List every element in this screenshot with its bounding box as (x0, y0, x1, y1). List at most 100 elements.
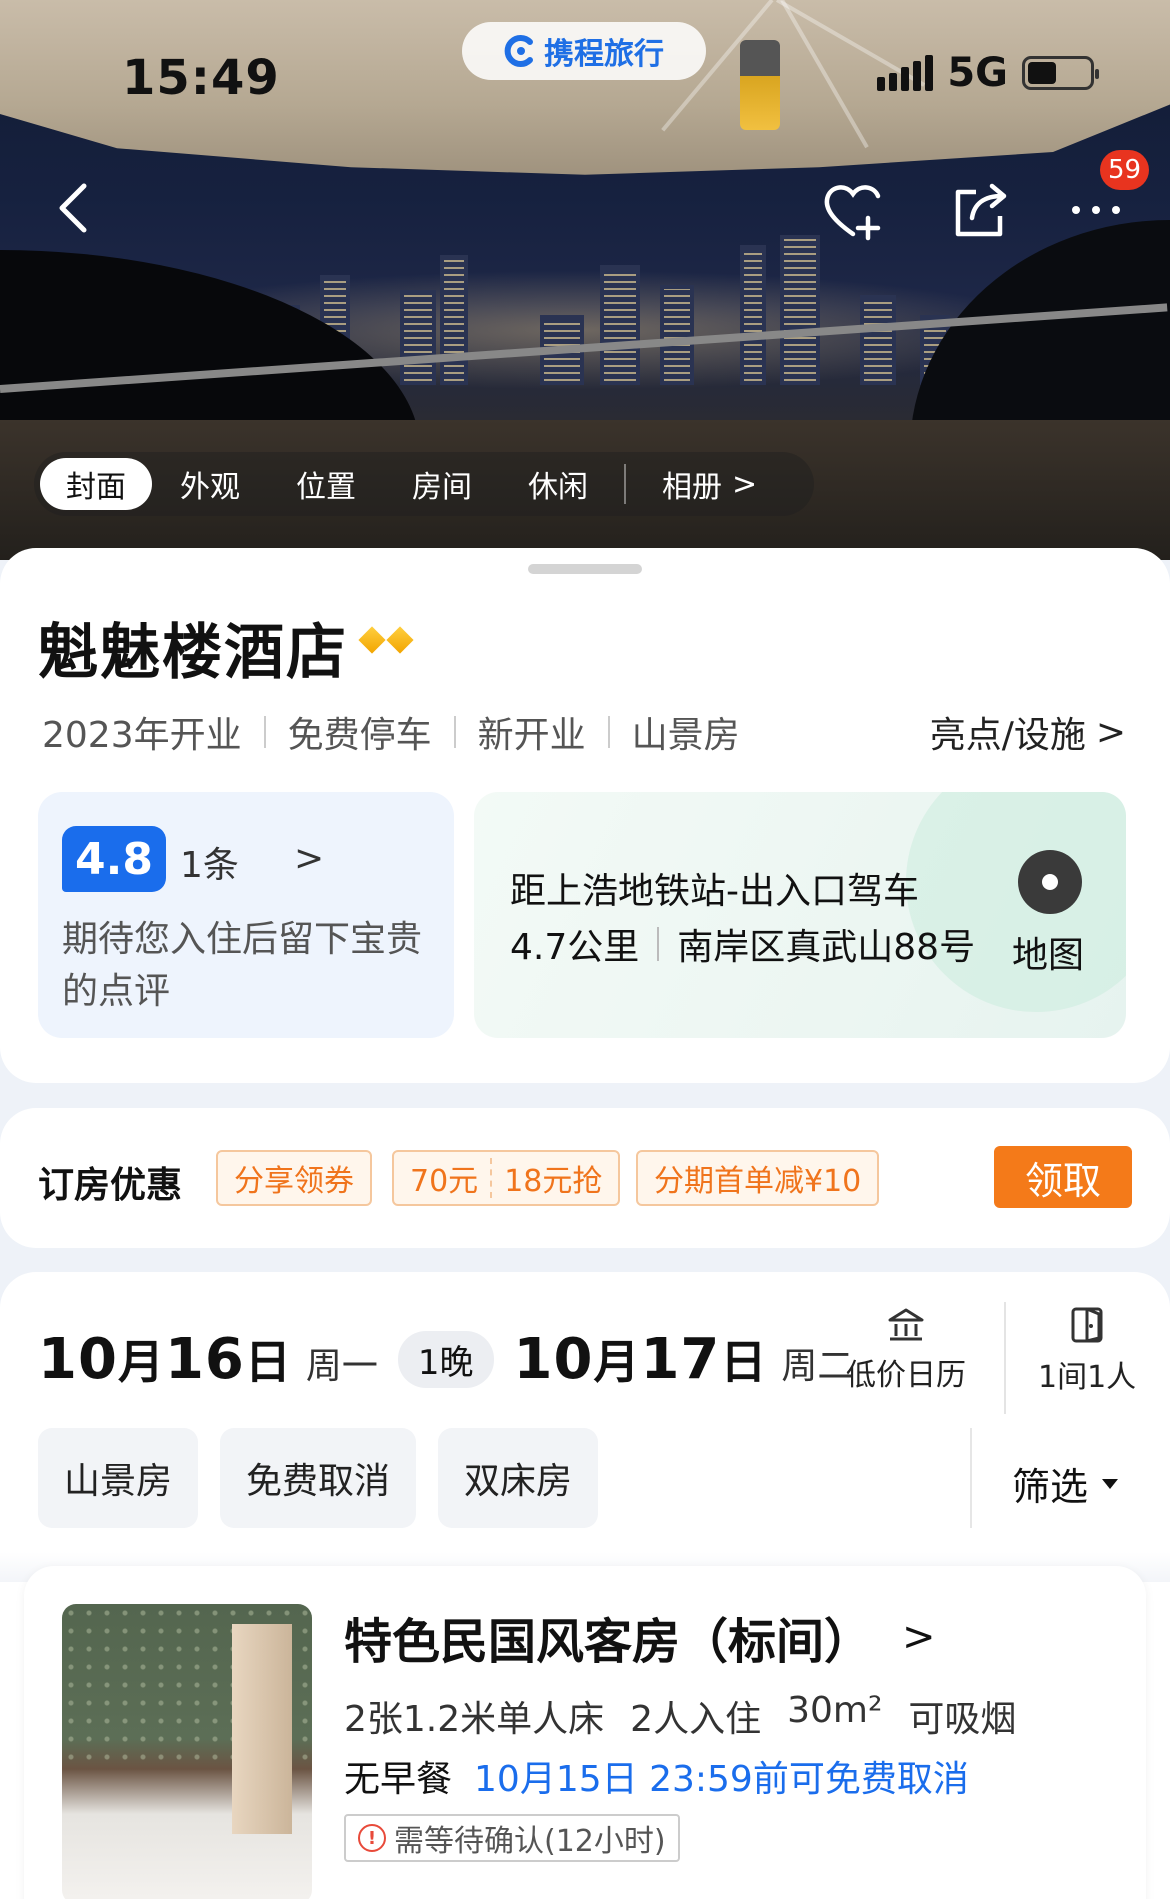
tool-divider (1004, 1302, 1006, 1414)
more-options-icon[interactable] (1066, 190, 1126, 230)
tab-divider (624, 464, 626, 504)
building (860, 295, 896, 385)
coupon-discount[interactable]: 70元 18元抢 (392, 1150, 621, 1206)
coupon-price: 18元抢 (504, 1164, 603, 1199)
tag-new: 新开业 (477, 715, 586, 756)
map-pin-icon[interactable] (1018, 850, 1082, 914)
chevron-right-icon: > (1095, 711, 1126, 753)
date-selector[interactable]: 10月16日 周一 1晚 10月17日 周二 (38, 1326, 853, 1392)
nights-count: 1晚 (397, 1330, 494, 1388)
address-line: 4.7公里 南岸区真武山88号 (510, 918, 975, 970)
highlights-label: 亮点/设施 (929, 715, 1086, 756)
area-info: 30m² (787, 1690, 883, 1731)
checkin-day: 16 (164, 1327, 245, 1392)
room-policy: 无早餐 10月15日 23:59前可免费取消 (344, 1750, 969, 1802)
filter-chip-mountain-view[interactable]: 山景房 (38, 1428, 199, 1528)
room-title[interactable]: 特色民国风客房（标间） > (344, 1602, 936, 1672)
chevron-right-icon: > (294, 838, 325, 879)
day-unit: 日 (244, 1335, 292, 1389)
breakfast-info: 无早餐 (344, 1759, 453, 1800)
brand-name: 携程旅行 (544, 37, 664, 72)
location-summary[interactable]: 距上浩地铁站-出入口驾车 4.7公里 南岸区真武山88号 地图 (474, 792, 1126, 1038)
coupon-share[interactable]: 分享领券 (216, 1150, 372, 1206)
room-guest-selector[interactable]: 1间1人 (1038, 1306, 1136, 1396)
building (400, 290, 436, 385)
chevron-right-icon: > (902, 1614, 936, 1660)
filter-button[interactable]: 筛选 (1012, 1456, 1119, 1511)
building (440, 255, 468, 385)
checkin-date: 10月16日 (38, 1326, 292, 1392)
share-icon[interactable] (950, 178, 1010, 240)
alert-icon: ! (358, 1824, 386, 1852)
hotel-name: 魁魅楼酒店 (38, 618, 348, 688)
diamond-rating-icon (358, 626, 414, 654)
favorite-heart-icon[interactable] (820, 178, 886, 242)
month-unit: 月 (117, 1335, 165, 1389)
filter-chip-twin-bed[interactable]: 双床房 (438, 1428, 599, 1528)
network-type: 5G (947, 50, 1008, 96)
price-calendar-button[interactable]: 低价日历 (846, 1306, 966, 1394)
booking-offers-card: 订房优惠 分享领券 70元 18元抢 分期首单减¥10 领取 (0, 1108, 1170, 1248)
review-prompt: 期待您入住后留下宝贵的点评 (62, 919, 423, 1012)
filter-chip-free-cancel[interactable]: 免费取消 (220, 1428, 417, 1528)
hotel-address: 南岸区真武山88号 (677, 927, 976, 968)
checkout-date: 10月17日 (514, 1326, 768, 1392)
coupon-divider (490, 1158, 493, 1198)
price-calendar-icon (888, 1308, 924, 1341)
map-link[interactable]: 地图 (1012, 926, 1084, 978)
claim-button[interactable]: 领取 (994, 1146, 1132, 1208)
price-calendar-label: 低价日历 (846, 1358, 966, 1393)
photo-category-tabs: 封面 外观 位置 房间 休闲 相册 > (34, 452, 814, 516)
caret-down-icon (1102, 1478, 1119, 1489)
status-icons: 5G (877, 50, 1099, 96)
smoking-info: 可吸烟 (908, 1699, 1017, 1740)
room-booking-section: 10月16日 周一 1晚 10月17日 周二 低价日历 1间1人 山景房 免费取… (0, 1272, 1170, 1899)
checkout-month: 10 (513, 1327, 594, 1392)
hotel-tags: 2023年开业 免费停车 新开业 山景房 (42, 706, 740, 758)
checkout-day: 17 (640, 1327, 721, 1392)
drive-distance: 4.7公里 (510, 927, 640, 968)
offers-title: 订房优惠 (38, 1165, 183, 1206)
room-photo[interactable] (62, 1604, 312, 1899)
room-name: 特色民国风客房（标间） (344, 1614, 873, 1670)
occupancy-info: 2人入住 (630, 1699, 762, 1740)
review-score: 4.8 (62, 826, 166, 892)
tag-divider (453, 716, 456, 748)
photo-tab-location[interactable]: 位置 (268, 452, 384, 516)
metro-distance-label: 距上浩地铁站-出入口驾车 (510, 871, 919, 912)
room-specs: 2张1.2米单人床 2人入住 30m² 可吸烟 (344, 1690, 1016, 1742)
filter-divider (970, 1428, 972, 1528)
chevron-right-icon: > (732, 466, 758, 502)
photo-tab-album[interactable]: 相册 > (634, 452, 785, 516)
bed-info: 2张1.2米单人床 (344, 1699, 605, 1740)
highlights-facilities-link[interactable]: 亮点/设施 > (930, 706, 1126, 758)
coupon-amount: 70元 (410, 1164, 479, 1199)
door-icon (1071, 1307, 1103, 1343)
tag-opened: 2023年开业 (42, 715, 242, 756)
drag-handle[interactable] (528, 564, 642, 574)
building (740, 245, 766, 385)
quick-filters: 山景房 免费取消 双床房 (38, 1428, 599, 1528)
photo-tab-rooms[interactable]: 房间 (384, 452, 500, 516)
tag-divider (607, 716, 610, 748)
address-divider (657, 927, 660, 961)
back-arrow-icon[interactable] (46, 178, 106, 238)
coupon-installment[interactable]: 分期首单减¥10 (636, 1150, 880, 1206)
building (600, 265, 640, 385)
review-summary[interactable]: 4.8 1条 > 期待您入住后留下宝贵的点评 (38, 792, 454, 1038)
photo-tab-leisure[interactable]: 休闲 (500, 452, 616, 516)
photo-tab-exterior[interactable]: 外观 (152, 452, 268, 516)
confirmation-text: 需等待确认(12小时) (394, 1824, 666, 1859)
room-guest-label: 1间1人 (1038, 1360, 1137, 1395)
building (660, 285, 694, 385)
checkin-weekday: 周一 (305, 1346, 378, 1387)
checkout-weekday: 周二 (781, 1346, 854, 1387)
tag-parking: 免费停车 (287, 715, 432, 756)
tag-divider (263, 716, 266, 748)
review-count: 1条 (180, 845, 239, 886)
building (780, 235, 820, 385)
cancel-policy: 10月15日 23:59前可免费取消 (474, 1759, 969, 1800)
photo-tab-cover[interactable]: 封面 (40, 458, 152, 510)
room-card[interactable]: 特色民国风客房（标间） > 2张1.2米单人床 2人入住 30m² 可吸烟 无早… (24, 1566, 1146, 1899)
confirmation-notice: ! 需等待确认(12小时) (344, 1814, 680, 1862)
